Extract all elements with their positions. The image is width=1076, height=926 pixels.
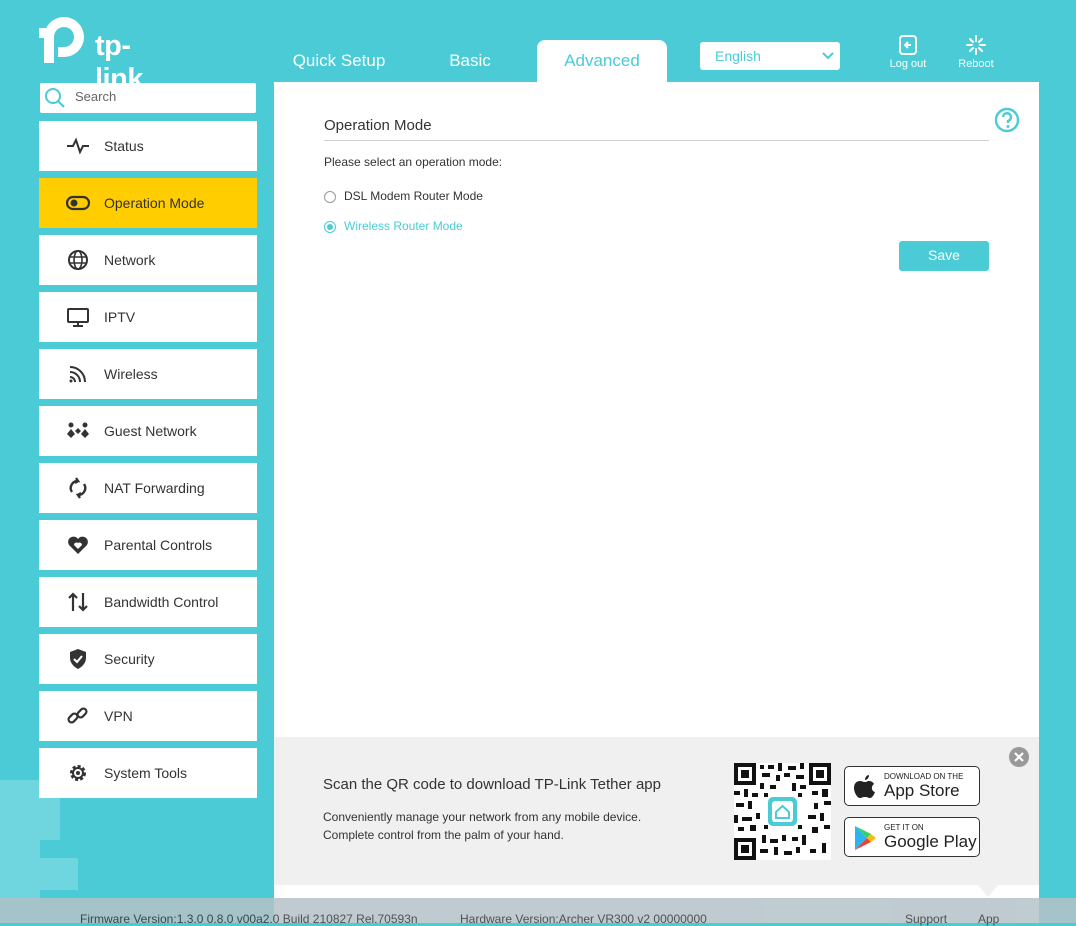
sidebar-item-nat-forwarding[interactable]: NAT Forwarding [39,463,257,513]
tether-app-banner: Scan the QR code to download TP-Link Tet… [274,737,1039,885]
shield-icon [70,649,86,669]
sidebar-nav: Status Operation Mode Network IPTV Wirel… [39,121,257,805]
sidebar-item-label: Guest Network [104,423,197,439]
sidebar-item-guest-network[interactable]: Guest Network [39,406,257,456]
sidebar-item-label: Status [104,138,144,154]
language-select[interactable]: English [700,42,840,70]
language-selected: English [715,48,761,64]
tab-basic[interactable]: Basic [405,40,535,82]
app-store-button[interactable]: DOWNLOAD ON THE App Store [844,766,980,806]
radio-button[interactable] [324,221,336,233]
decor-square [0,820,40,900]
app-link[interactable]: App [978,912,999,926]
link-icon [67,707,88,724]
refresh-icon [69,477,87,499]
search-input[interactable] [73,88,247,105]
pulse-icon [67,137,89,155]
sidebar-item-iptv[interactable]: IPTV [39,292,257,342]
app-store-label: App Store [884,781,960,800]
firmware-version: Firmware Version:1.3.0 0.8.0 v00a2.0 Bui… [80,912,418,926]
tp-link-logo: tp-link [38,14,178,95]
radio-label: DSL Modem Router Mode [344,189,483,203]
google-play-button[interactable]: GET IT ON Google Play [844,817,980,857]
logout-button[interactable]: Log out [878,34,938,70]
qr-code [734,763,831,860]
sidebar-item-security[interactable]: Security [39,634,257,684]
chevron-down-icon [822,52,834,60]
title-divider [324,140,989,141]
updown-arrows-icon [68,592,88,612]
sidebar-item-label: Operation Mode [104,195,205,211]
monitor-icon [67,308,89,327]
radio-button[interactable] [324,191,336,203]
wifi-icon [69,366,86,383]
sidebar-item-label: Parental Controls [104,537,213,553]
sidebar-item-wireless[interactable]: Wireless [39,349,257,399]
toggle-icon [66,195,90,211]
sidebar-item-label: NAT Forwarding [104,480,205,496]
sidebar-item-label: Network [104,252,156,268]
page-title: Operation Mode [324,117,432,134]
sidebar-item-label: Wireless [104,366,158,382]
footer-bar: Firmware Version:1.3.0 0.8.0 v00a2.0 Bui… [0,898,1076,926]
sidebar-item-label: VPN [104,708,133,724]
banner-pointer [978,885,998,897]
banner-text: Conveniently manage your network from an… [323,810,642,824]
instruction-text: Please select an operation mode: [324,155,503,169]
search-icon [45,88,65,108]
tab-advanced[interactable]: Advanced [537,40,667,82]
google-play-small-text: GET IT ON [884,823,924,832]
logout-label: Log out [889,58,927,70]
sidebar-item-bandwidth-control[interactable]: Bandwidth Control [39,577,257,627]
help-icon[interactable] [994,107,1020,133]
logout-icon [899,35,917,55]
apple-icon [854,775,875,798]
sidebar-item-system-tools[interactable]: System Tools [39,748,257,798]
radio-label: Wireless Router Mode [344,219,463,233]
save-button[interactable]: Save [899,241,989,271]
sidebar-item-status[interactable]: Status [39,121,257,171]
sidebar-item-parental-controls[interactable]: Parental Controls [39,520,257,570]
sidebar-item-label: Security [104,651,155,667]
globe-icon [68,250,88,270]
close-icon[interactable] [1009,747,1029,767]
search-box[interactable] [40,83,256,113]
google-play-icon [855,826,876,850]
reboot-label: Reboot [958,58,994,70]
support-link[interactable]: Support [905,912,947,926]
tab-quick-setup[interactable]: Quick Setup [274,40,404,82]
guest-icon [67,422,89,438]
google-play-label: Google Play [884,832,977,851]
sidebar-item-network[interactable]: Network [39,235,257,285]
reboot-button[interactable]: Reboot [946,34,1006,70]
gear-icon [70,765,86,781]
heart-icon [68,536,88,554]
main-panel: Operation Mode Please select an operatio… [274,82,1039,737]
decor-square [40,858,78,890]
hardware-version: Hardware Version:Archer VR300 v2 0000000… [460,912,707,926]
sidebar-item-label: Bandwidth Control [104,594,219,610]
reboot-icon [966,35,986,55]
sidebar-item-label: System Tools [104,765,187,781]
banner-text: Complete control from the palm of your h… [323,828,564,842]
sidebar-item-vpn[interactable]: VPN [39,691,257,741]
app-store-small-text: DOWNLOAD ON THE [884,772,964,781]
sidebar-item-operation-mode[interactable]: Operation Mode [39,178,257,228]
banner-title: Scan the QR code to download TP-Link Tet… [323,776,661,793]
sidebar-item-label: IPTV [104,309,136,325]
